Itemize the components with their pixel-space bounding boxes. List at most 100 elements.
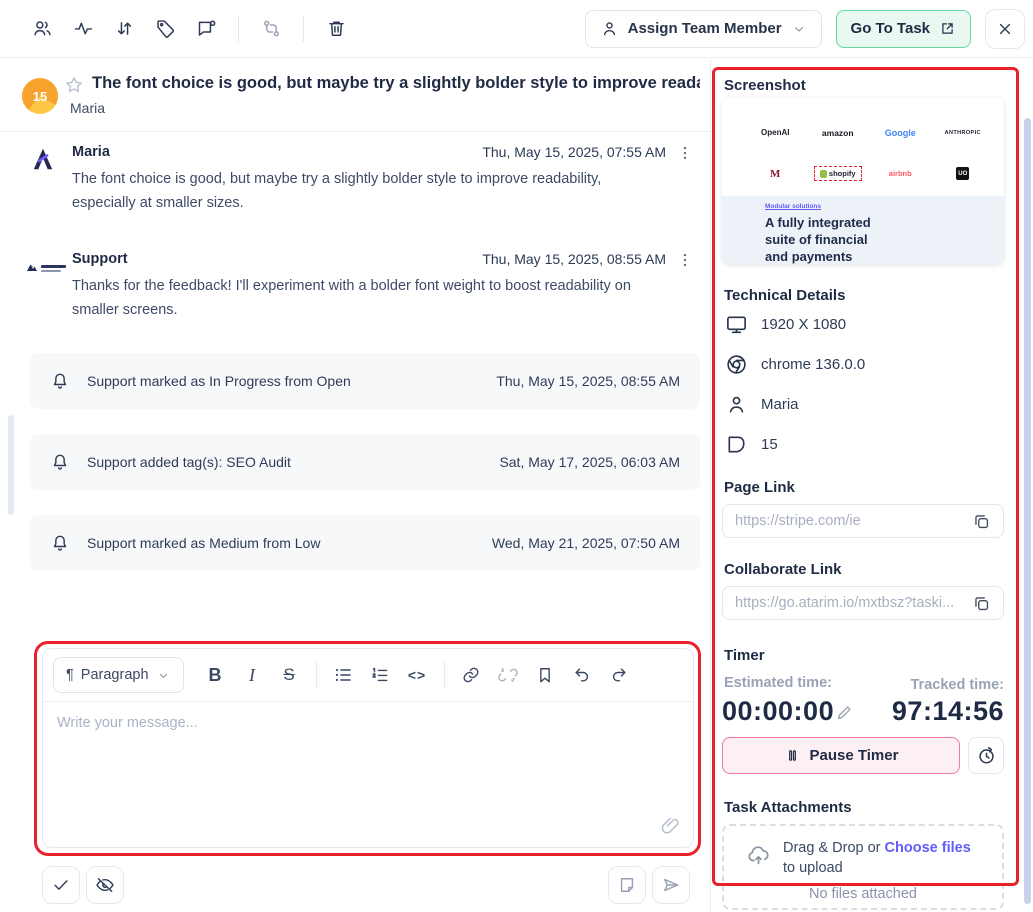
comment-timestamp: Thu, May 15, 2025, 07:55 AM [482, 144, 666, 160]
thread-scrollbar[interactable] [8, 415, 14, 515]
tags-button[interactable] [149, 13, 181, 45]
page-link-url: https://stripe.com/ie [735, 513, 964, 529]
go-to-task-button[interactable]: Go To Task [836, 10, 971, 48]
screenshot-preview[interactable]: OpenAI amazon Google ANTHROPIC M shopify… [722, 98, 1004, 264]
bell-icon [50, 533, 70, 553]
estimated-time-value: 00:00:00 [722, 696, 834, 727]
dropzone-row: Drag & Drop or Choose files to upload [747, 838, 979, 878]
ordered-list-button[interactable] [363, 658, 398, 693]
favorite-star-button[interactable] [64, 75, 84, 95]
tech-resolution-row: 1920 X 1080 [725, 313, 846, 336]
toolbar-divider [303, 16, 304, 42]
users-icon [32, 18, 53, 39]
task-detail-modal: Assign Team Member Go To Task 15 The fon… [0, 0, 1033, 912]
kebab-menu-icon [676, 144, 694, 162]
logo-airbnb: airbnb [889, 169, 912, 178]
attachment-dropzone[interactable]: Drag & Drop or Choose files to upload No… [722, 824, 1004, 910]
notes-button[interactable] [608, 866, 646, 904]
editor-divider [316, 662, 317, 688]
message-input[interactable]: Write your message... [43, 702, 693, 848]
resolve-button[interactable] [42, 866, 80, 904]
paragraph-style-dropdown[interactable]: ¶ Paragraph [53, 657, 184, 693]
comment-flag-button[interactable] [190, 13, 222, 45]
pause-icon [784, 747, 801, 764]
edit-estimated-time-button[interactable] [835, 703, 854, 722]
avatar [26, 259, 66, 277]
activity-row: Support marked as Medium from Low Wed, M… [30, 515, 700, 571]
paragraph-label: Paragraph [81, 667, 149, 683]
strikethrough-button[interactable]: S [272, 658, 307, 693]
page-link-field[interactable]: https://stripe.com/ie [722, 504, 1004, 538]
preview-link-text: Modular solutions [765, 203, 994, 210]
activity-pulse-icon [73, 18, 94, 39]
code-button[interactable]: <> [400, 658, 435, 693]
go-to-task-label: Go To Task [851, 20, 930, 37]
tech-browser-row: chrome 136.0.0 [725, 353, 865, 376]
pause-timer-label: Pause Timer [810, 747, 899, 764]
check-icon [51, 875, 71, 895]
tracked-time-label: Tracked time: [911, 677, 1005, 693]
attach-file-button[interactable] [660, 815, 681, 836]
user-value: Maria [761, 396, 799, 413]
merge-tasks-button[interactable] [255, 13, 287, 45]
italic-button[interactable]: I [235, 658, 270, 693]
comment-flag-icon [196, 18, 217, 39]
copy-page-link-button[interactable] [972, 512, 991, 531]
undo-button[interactable] [565, 658, 600, 693]
delete-task-button[interactable] [320, 13, 352, 45]
redo-button[interactable] [602, 658, 637, 693]
bullet-list-button[interactable] [326, 658, 361, 693]
logo-anthropic: ANTHROPIC [945, 130, 981, 136]
assign-team-member-dropdown[interactable]: Assign Team Member [585, 10, 822, 48]
activity-row: Support added tag(s): SEO Audit Sat, May… [30, 434, 700, 490]
close-modal-button[interactable] [985, 9, 1025, 49]
bookmark-icon [535, 665, 555, 685]
send-message-button[interactable] [652, 866, 690, 904]
screenshot-logo-grid: OpenAI amazon Google ANTHROPIC M shopify… [722, 98, 1004, 196]
bell-icon [50, 371, 70, 391]
person-icon [600, 19, 619, 38]
bold-button[interactable]: B [198, 658, 233, 693]
activity-button[interactable] [67, 13, 99, 45]
choose-files-link[interactable]: Choose files [885, 840, 971, 856]
pause-timer-button[interactable]: Pause Timer [722, 737, 960, 774]
screenshot-hero-section: Modular solutions A fully integrated sui… [722, 196, 1004, 264]
tech-user-row: Maria [725, 393, 799, 416]
sort-button[interactable] [108, 13, 140, 45]
technical-details-title: Technical Details [724, 287, 845, 304]
sidebar-scrollbar[interactable] [1024, 118, 1031, 904]
tag-value: 15 [761, 436, 778, 453]
link-button[interactable] [454, 658, 489, 693]
assign-team-member-label: Assign Team Member [628, 20, 782, 37]
paperclip-icon [660, 815, 681, 836]
copy-collaborate-link-button[interactable] [972, 594, 991, 613]
bookmark-button[interactable] [528, 658, 563, 693]
tracked-time-value: 97:14:56 [892, 696, 1004, 727]
estimated-time-label: Estimated time: [724, 675, 832, 691]
editor-divider [444, 662, 445, 688]
activity-row: Support marked as In Progress from Open … [30, 353, 700, 409]
collaborate-link-title: Collaborate Link [724, 561, 842, 578]
time-log-button[interactable] [968, 737, 1004, 774]
logo-amazon: amazon [822, 128, 854, 138]
task-author: Maria [70, 100, 105, 116]
comment-menu-button[interactable] [674, 142, 696, 164]
link-icon [461, 665, 481, 685]
unlink-icon [498, 665, 518, 685]
header-right-controls: Assign Team Member Go To Task [585, 9, 1025, 49]
internal-note-visibility-button[interactable] [86, 866, 124, 904]
activity-timestamp: Wed, May 21, 2025, 07:50 AM [492, 535, 680, 551]
assignees-button[interactable] [26, 13, 58, 45]
activity-timestamp: Sat, May 17, 2025, 06:03 AM [499, 454, 680, 470]
comment-menu-button[interactable] [674, 249, 696, 271]
send-icon [661, 875, 681, 895]
collaborate-link-field[interactable]: https://go.atarim.io/mxtbsz?taski... [722, 586, 1004, 620]
unlink-button[interactable] [491, 658, 526, 693]
clock-history-icon [976, 745, 997, 766]
close-icon [996, 20, 1014, 38]
toolbar-divider [238, 16, 239, 42]
bell-icon [50, 452, 70, 472]
sort-arrows-icon [114, 18, 135, 39]
external-link-icon [939, 20, 956, 37]
pencil-icon [835, 703, 854, 722]
